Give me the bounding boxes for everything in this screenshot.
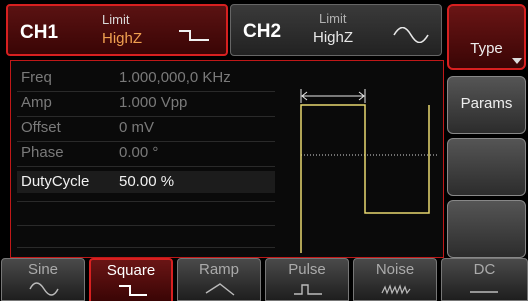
square-wave-icon <box>179 30 209 41</box>
empty-softkey-4[interactable] <box>447 200 526 258</box>
param-label: DutyCycle <box>21 173 90 190</box>
type-softkey[interactable]: Type <box>447 4 526 70</box>
ramp-wave-icon <box>205 283 235 296</box>
function-key-label: Ramp <box>198 261 239 278</box>
param-row-amp[interactable]: Amp 1.000 Vpp <box>17 92 275 114</box>
function-key-pulse[interactable]: Pulse <box>265 258 349 301</box>
channel-1-header[interactable]: CH1 Limit HighZ <box>6 4 228 56</box>
pulse-wave-icon <box>294 284 322 295</box>
row-divider <box>17 201 275 202</box>
param-value: 0 mV <box>119 119 155 136</box>
square-wave-trace <box>300 104 430 253</box>
function-key-label: Sine <box>27 261 59 278</box>
type-softkey-label: Type <box>470 40 503 57</box>
function-key-label: Noise <box>375 261 415 278</box>
param-value: 1.000,000,0 KHz <box>119 69 231 86</box>
function-key-label: DC <box>473 261 496 278</box>
param-row-phase[interactable]: Phase 0.00 ° <box>17 142 275 164</box>
parameter-panel: Freq 1.000,000,0 KHz Amp 1.000 Vpp Offse… <box>10 60 444 258</box>
param-value: 0.00 ° <box>119 144 159 161</box>
channel-2-name: CH2 <box>243 21 282 42</box>
function-key-label: Square <box>106 262 156 279</box>
function-key-square[interactable]: Square <box>89 258 173 301</box>
param-label: Amp <box>21 94 52 111</box>
dropdown-arrow-icon <box>512 58 522 64</box>
row-divider <box>17 225 275 226</box>
param-row-dutycycle[interactable]: DutyCycle 50.00 % <box>17 171 275 193</box>
param-label: Freq <box>21 69 52 86</box>
row-divider <box>17 166 275 167</box>
empty-softkey-3[interactable] <box>447 138 526 196</box>
param-row-offset[interactable]: Offset 0 mV <box>17 117 275 139</box>
channel-2-load: HighZ <box>313 29 354 46</box>
params-softkey[interactable]: Params <box>447 76 526 134</box>
param-value: 1.000 Vpp <box>119 94 188 111</box>
params-softkey-label: Params <box>460 95 513 112</box>
square-wave-icon <box>119 285 147 296</box>
waveform-preview <box>300 89 439 253</box>
channel-1-load: HighZ <box>102 30 143 47</box>
param-label: Offset <box>21 119 61 136</box>
function-key-sine[interactable]: Sine <box>1 258 85 301</box>
dc-icon <box>470 291 498 293</box>
function-key-noise[interactable]: Noise <box>353 258 437 301</box>
param-value: 50.00 % <box>119 173 175 190</box>
channel-1-limit-label: Limit <box>102 12 130 27</box>
noise-wave-icon <box>381 284 411 295</box>
function-key-ramp[interactable]: Ramp <box>177 258 261 301</box>
function-key-label: Pulse <box>288 261 326 278</box>
function-key-dc[interactable]: DC <box>441 258 528 301</box>
channel-2-limit-label: Limit <box>319 11 347 26</box>
row-divider <box>17 247 275 248</box>
sine-wave-icon <box>29 282 59 296</box>
channel-2-header[interactable]: CH2 Limit HighZ <box>230 4 442 56</box>
sine-wave-icon <box>393 27 429 43</box>
channel-1-name: CH1 <box>20 22 59 43</box>
param-row-freq[interactable]: Freq 1.000,000,0 KHz <box>17 67 275 89</box>
param-label: Phase <box>21 144 64 161</box>
